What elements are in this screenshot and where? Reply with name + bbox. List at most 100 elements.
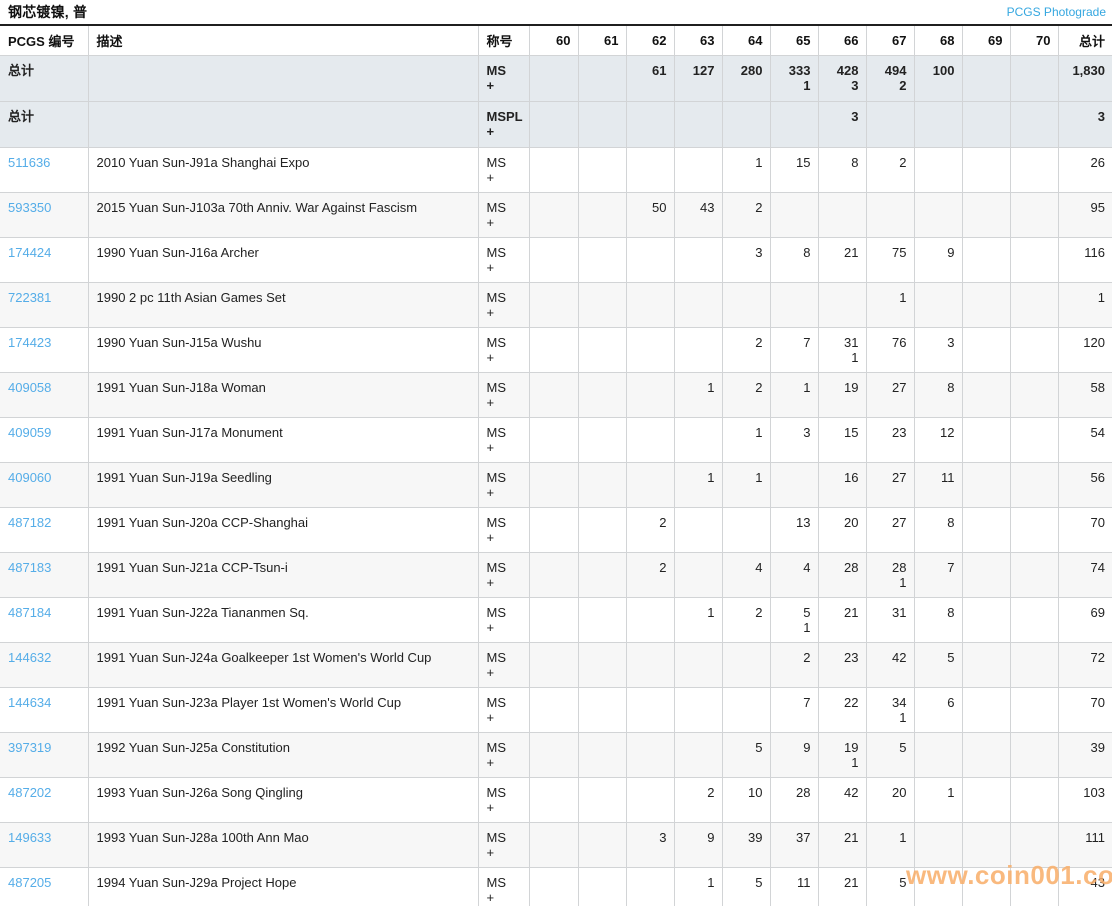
grade-count: 5	[947, 650, 955, 665]
grade-count-cell: 22	[818, 687, 867, 733]
pcgs-number-link[interactable]: 409059	[8, 425, 51, 440]
pcgs-number-link[interactable]: 174424	[8, 245, 51, 260]
grade-count-cell: 34 1	[866, 687, 915, 733]
grade-count: 280	[740, 63, 763, 78]
grade-count-cell	[529, 101, 579, 148]
grade-count: 4	[755, 560, 763, 575]
grade-count: 19	[844, 380, 859, 395]
grade-count-cell	[914, 732, 963, 778]
grade-count-cell: 6	[914, 687, 963, 733]
grade-column-header: 70	[1010, 25, 1059, 56]
designation-cell: MS +	[478, 237, 530, 283]
grade-count-cell	[578, 552, 627, 598]
grade-count-cell	[914, 282, 963, 328]
designation-cell: MS +	[478, 327, 530, 373]
description-cell: 2010 Yuan Sun-J91a Shanghai Expo	[88, 147, 479, 193]
grade-count-cell	[866, 192, 915, 238]
grade-count: 100	[932, 63, 955, 78]
grade-count-cell: 1	[674, 597, 723, 643]
description-cell: 1991 Yuan Sun-J17a Monument	[88, 417, 479, 463]
grade-count-cell	[818, 192, 867, 238]
grade-count-cell	[529, 687, 579, 733]
summary-row: 总计 MSPL +3 3	[0, 101, 1112, 148]
grade-count-cell	[626, 597, 675, 643]
grade-count-cell	[578, 192, 627, 238]
grade-count: 16	[844, 470, 859, 485]
grade-count-cell: 31 1	[818, 327, 867, 373]
grade-count: 21	[844, 830, 859, 845]
grade-column-header: 60	[529, 25, 579, 56]
grade-count-cell	[529, 822, 579, 868]
grade-count-cell: 9	[770, 732, 819, 778]
grade-count: 2	[755, 200, 763, 215]
pcgs-number-link[interactable]: 487184	[8, 605, 51, 620]
grade-count-cell: 42	[866, 642, 915, 688]
grade-count: 15	[844, 425, 859, 440]
grade-count-cell	[914, 192, 963, 238]
grade-count-cell: 76	[866, 327, 915, 373]
grade-count-cell: 27	[866, 372, 915, 418]
pcgs-number-link[interactable]: 144632	[8, 650, 51, 665]
grade-count: 7	[803, 695, 811, 710]
grade-column-header: 67	[866, 25, 915, 56]
grade-count: 7	[803, 335, 811, 350]
pcgs-number-link[interactable]: 144634	[8, 695, 51, 710]
grade-count-cell	[578, 327, 627, 373]
pcgs-number-link[interactable]: 149633	[8, 830, 51, 845]
table-row: 409058 1991 Yuan Sun-J18a Woman MS +1 2 1 19 27…	[0, 372, 1112, 418]
grade-count-cell	[674, 282, 723, 328]
grade-count-cell	[1010, 417, 1059, 463]
grade-count-cell: 10	[722, 777, 771, 823]
grade-count-cell: 1	[866, 282, 915, 328]
table-row: 144632 1991 Yuan Sun-J24a Goalkeeper 1st …	[0, 642, 1112, 688]
table-row: 487182 1991 Yuan Sun-J20a CCP-Shanghai MS +…	[0, 507, 1112, 553]
pcgs-number-link[interactable]: 409058	[8, 380, 51, 395]
grade-count-cell: 31	[866, 597, 915, 643]
grade-count-cell: 8	[914, 597, 963, 643]
designation-cell: MS +	[478, 732, 530, 778]
grade-count: 2	[659, 560, 667, 575]
pcgs-number-link[interactable]: 487182	[8, 515, 51, 530]
table-row: 487183 1991 Yuan Sun-J21a CCP-Tsun-i MS +2 4…	[0, 552, 1112, 598]
grade-count-cell: 42	[818, 777, 867, 823]
row-total-cell: 103	[1058, 777, 1112, 823]
grade-count: 2	[659, 515, 667, 530]
grade-count-cell: 50	[626, 192, 675, 238]
pcgs-photograde-link[interactable]: PCGS Photograde	[1007, 5, 1106, 19]
pcgs-number-link[interactable]: 511636	[8, 155, 50, 170]
pcgs-number-link[interactable]: 487205	[8, 875, 51, 890]
designation-cell: MS +	[478, 372, 530, 418]
grade-count-cell: 3	[770, 417, 819, 463]
pcgs-number-link[interactable]: 174423	[8, 335, 51, 350]
grade-count: 43	[700, 200, 715, 215]
pcgs-number-link[interactable]: 397319	[8, 740, 51, 755]
grade-count-cell: 7	[770, 687, 819, 733]
pcgs-number-link[interactable]: 487183	[8, 560, 51, 575]
designation-plus-label: +	[486, 440, 495, 455]
designation-cell: MS +	[478, 597, 530, 643]
grade-count-cell: 43	[674, 192, 723, 238]
grade-count-cell: 3	[818, 101, 867, 148]
pcgs-number-link[interactable]: 409060	[8, 470, 51, 485]
grade-count-cell: 20	[818, 507, 867, 553]
grade-count: 23	[892, 425, 907, 440]
grade-count: 3	[803, 425, 811, 440]
plus-grade-count: 1	[899, 710, 907, 725]
pcgs-number-link[interactable]: 593350	[8, 200, 51, 215]
grade-count: 22	[844, 695, 859, 710]
designation-label: MS	[486, 155, 507, 170]
grade-count-cell	[578, 417, 627, 463]
grade-count-cell	[962, 552, 1011, 598]
row-total-cell: 54	[1058, 417, 1112, 463]
grade-count-cell	[529, 237, 579, 283]
pcgs-number-link[interactable]: 722381	[8, 290, 51, 305]
grade-count: 1	[707, 470, 715, 485]
grade-count: 31	[844, 335, 859, 350]
designation-label: MS	[486, 380, 507, 395]
pcgs-number-cell: 174423	[0, 327, 89, 373]
grade-count-cell	[722, 101, 771, 148]
grade-count-cell	[962, 777, 1011, 823]
designation-label: MS	[486, 650, 507, 665]
description-cell: 1990 Yuan Sun-J16a Archer	[88, 237, 479, 283]
pcgs-number-link[interactable]: 487202	[8, 785, 51, 800]
